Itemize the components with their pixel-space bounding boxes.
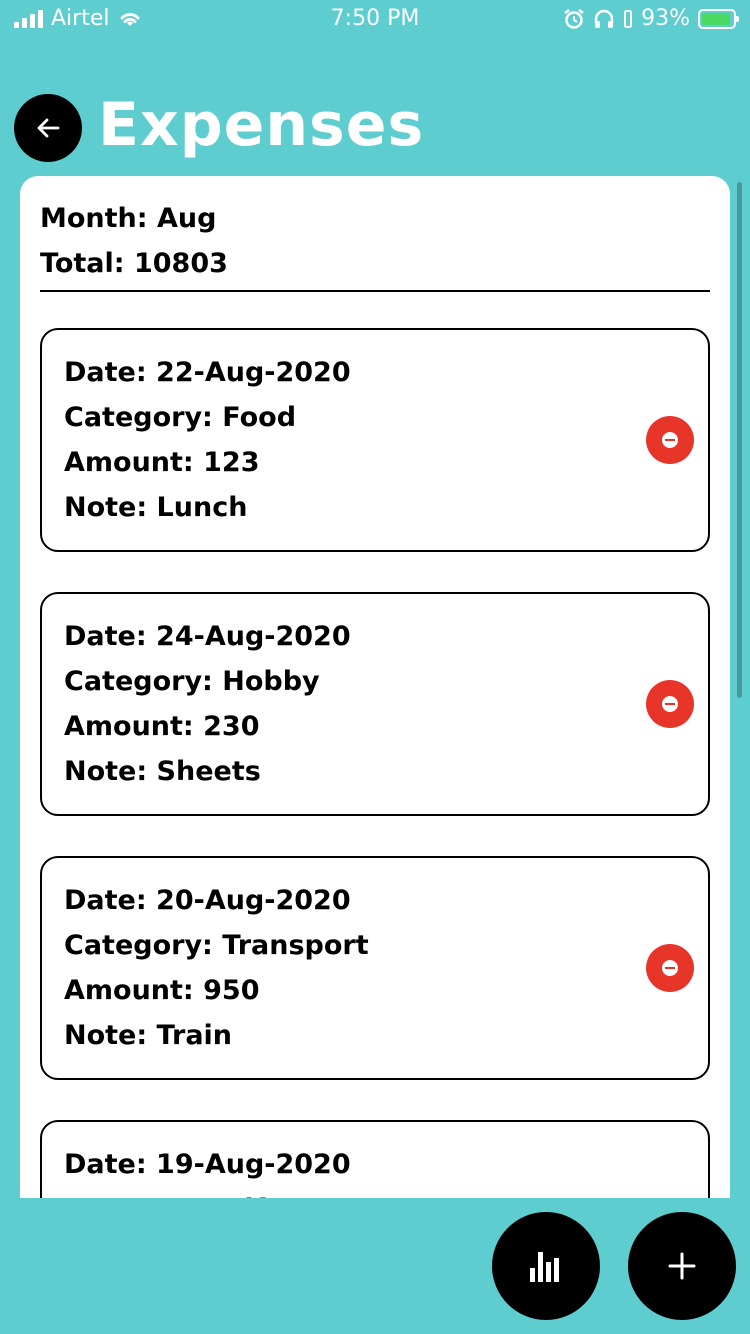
page-header: Expenses <box>14 90 424 162</box>
divider <box>40 290 710 292</box>
expense-category: Category: Food <box>64 402 297 433</box>
remove-expense-button[interactable] <box>646 944 694 992</box>
expense-card[interactable]: Date: 20-Aug-2020 Category: Transport Am… <box>40 856 710 1080</box>
add-expense-button[interactable] <box>628 1212 736 1320</box>
total-label: Total: 10803 <box>40 248 228 279</box>
battery-icon <box>698 8 739 29</box>
expense-note: Note: Train <box>64 1020 233 1051</box>
expense-amount: Amount: 230 <box>64 711 260 742</box>
expense-date: Date: 22-Aug-2020 <box>64 357 351 388</box>
expense-category: Category: Transport <box>64 930 369 961</box>
bar-chart-icon <box>530 1252 559 1282</box>
expense-category: Category: Hobby <box>64 666 320 697</box>
minus-circle-icon <box>662 696 678 712</box>
expense-amount: Amount: 950 <box>64 975 260 1006</box>
battery-percent: 93% <box>641 6 690 31</box>
alarm-icon <box>564 8 584 29</box>
minus-circle-icon <box>662 960 678 976</box>
status-bar: Airtel 7:50 PM 93% <box>0 0 750 40</box>
minus-circle-icon <box>662 432 678 448</box>
back-button[interactable] <box>14 94 82 162</box>
orientation-lock-icon <box>624 9 633 28</box>
battery-fill <box>702 12 730 25</box>
remove-expense-button[interactable] <box>646 680 694 728</box>
plus-icon <box>668 1252 696 1280</box>
page-title: Expenses <box>98 90 425 160</box>
expenses-panel: Month: Aug Total: 10803 Date: 22-Aug-202… <box>20 176 730 1198</box>
summary: Month: Aug Total: 10803 <box>20 176 730 286</box>
expense-date: Date: 19-Aug-2020 <box>64 1149 351 1180</box>
expense-note: Note: Lunch <box>64 492 248 523</box>
stats-button[interactable] <box>492 1212 600 1320</box>
month-label: Month: Aug <box>40 203 217 234</box>
expense-list: Date: 22-Aug-2020 Category: Food Amount:… <box>40 328 710 1198</box>
expense-card[interactable]: Date: 19-Aug-2020 Category: Gift <box>40 1120 710 1198</box>
arrow-left-icon <box>37 118 60 138</box>
expense-card[interactable]: Date: 24-Aug-2020 Category: Hobby Amount… <box>40 592 710 816</box>
expense-date: Date: 24-Aug-2020 <box>64 621 351 652</box>
expense-date: Date: 20-Aug-2020 <box>64 885 351 916</box>
expense-category: Category: Gift <box>64 1187 686 1198</box>
remove-expense-button[interactable] <box>646 416 694 464</box>
expense-note: Note: Sheets <box>64 756 261 787</box>
scrollbar[interactable] <box>737 182 742 698</box>
expense-card[interactable]: Date: 22-Aug-2020 Category: Food Amount:… <box>40 328 710 552</box>
headphones-icon <box>594 9 614 28</box>
status-right: 93% <box>563 6 739 31</box>
expense-amount: Amount: 123 <box>64 447 260 478</box>
